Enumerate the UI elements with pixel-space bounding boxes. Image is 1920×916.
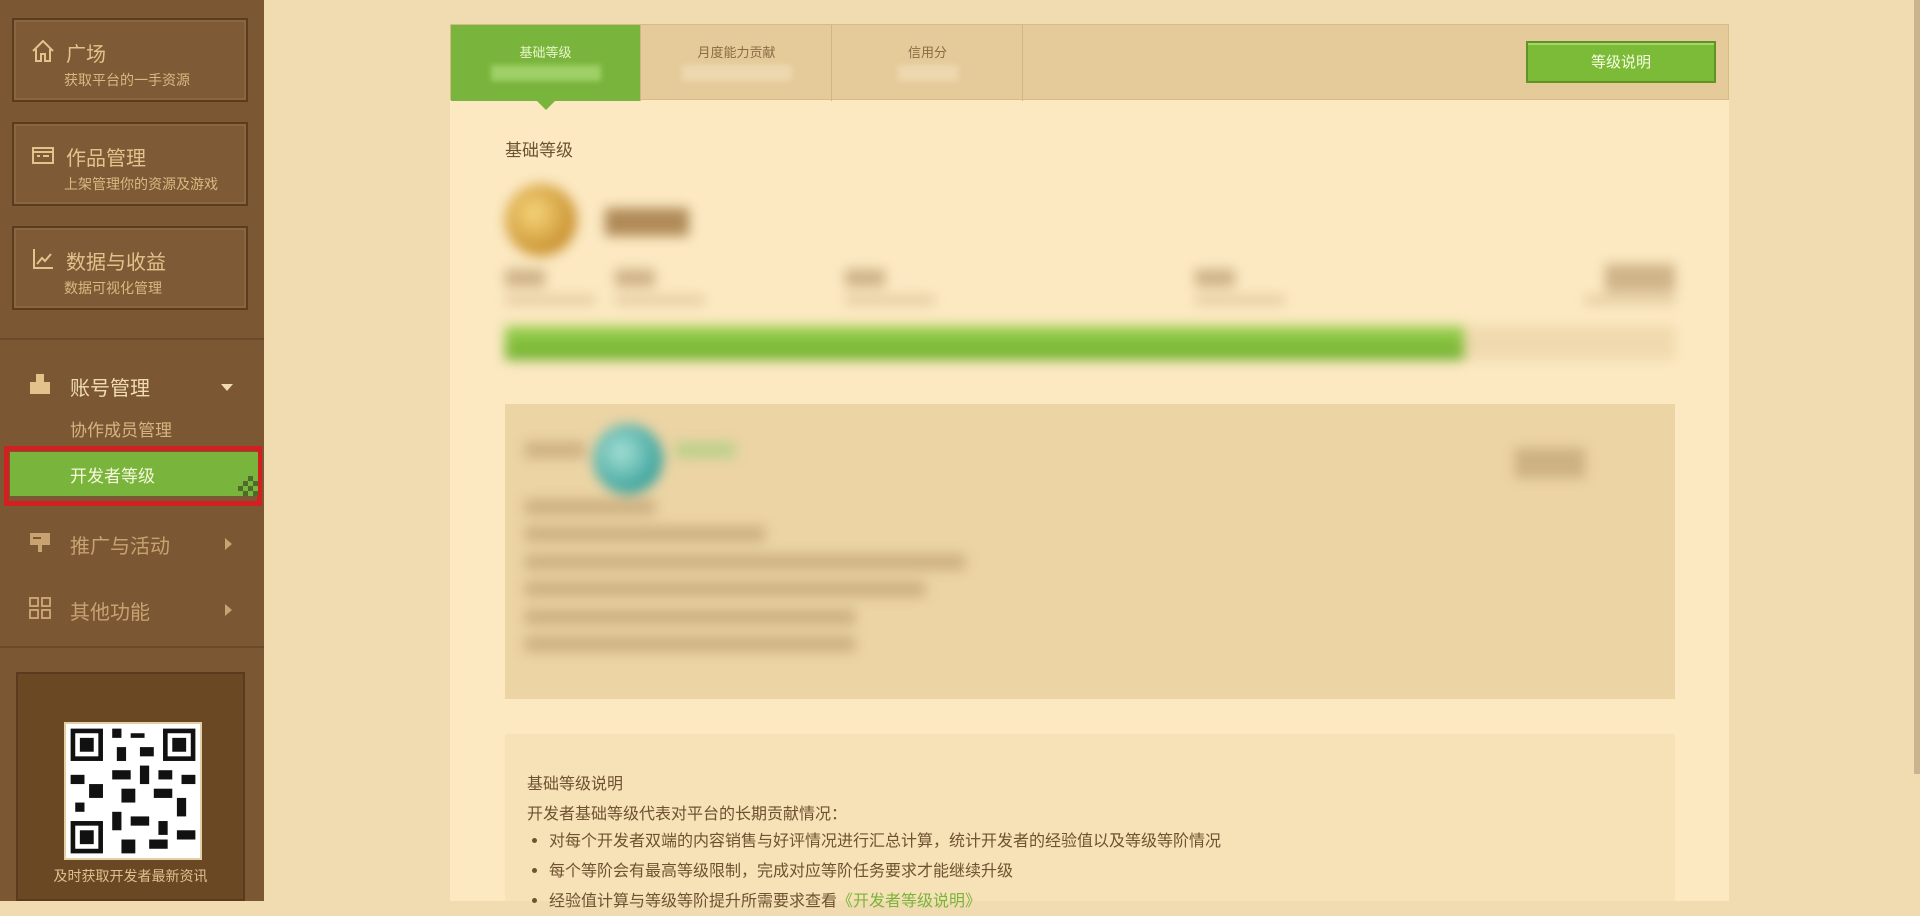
sidebar: 广场 获取平台的一手资源 作品管理 上架管理你的资源及游戏 数据与收益 数据可视… [0, 0, 264, 901]
tab-blurred-value [491, 65, 601, 81]
nav-card-subtitle: 获取平台的一手资源 [64, 73, 190, 89]
chevron-right-icon [224, 536, 234, 555]
nav-card-data[interactable]: 数据与收益 数据可视化管理 [12, 226, 248, 310]
qr-caption: 及时获取开发者最新资讯 [53, 869, 208, 885]
chevron-down-icon [220, 378, 234, 397]
level-name-blurred [605, 208, 689, 236]
chart-icon [30, 246, 56, 272]
list-item: 每个等阶会有最高等级限制，完成对应等阶任务要求才能继续升级 [549, 856, 1221, 886]
sign-icon [28, 530, 52, 554]
qr-panel: 及时获取开发者最新资讯 [16, 672, 245, 901]
sidebar-divider [0, 338, 264, 340]
submenu-developer-level[interactable]: 开发者等级 [10, 452, 258, 496]
level-info-blurred [505, 404, 1675, 699]
menu-promotion-label: 推广与活动 [70, 534, 170, 558]
nav-card-title: 作品管理 [66, 146, 146, 170]
main-panel: 基础等级 月度能力贡献 信用分 等级说明 基础等级 基础等级说明 开发者基础等级… [450, 24, 1729, 910]
nav-card-works[interactable]: 作品管理 上架管理你的资源及游戏 [12, 122, 248, 206]
nav-card-plaza[interactable]: 广场 获取平台的一手资源 [12, 18, 248, 102]
scrollbar[interactable] [1914, 0, 1920, 774]
avatar [593, 424, 663, 494]
folder-icon [30, 142, 56, 168]
description-heading: 基础等级说明 [527, 774, 624, 793]
list-item: 对每个开发者双端的内容销售与好评情况进行汇总计算，统计开发者的经验值以及等级等阶… [549, 826, 1221, 856]
grid-icon [28, 596, 52, 620]
list-item: 经验值计算与等级等阶提升所需要求查看《开发者等级说明》 [549, 886, 1221, 916]
menu-account-label: 账号管理 [70, 376, 150, 400]
submenu-developer-level-label: 开发者等级 [70, 467, 155, 487]
tab-label: 基础等级 [519, 46, 572, 61]
nav-card-subtitle: 上架管理你的资源及游戏 [64, 177, 218, 193]
nav-card-subtitle: 数据可视化管理 [64, 281, 162, 297]
tab-label: 月度能力贡献 [697, 46, 776, 61]
experience-progress-fill [505, 326, 1465, 360]
pixel-corner-icon [238, 476, 258, 496]
sidebar-divider [0, 646, 264, 648]
tab-bar: 基础等级 月度能力贡献 信用分 等级说明 [450, 24, 1729, 101]
qr-code [64, 722, 202, 860]
chevron-right-icon [224, 602, 234, 621]
section-title: 基础等级 [505, 141, 573, 161]
tab-pointer [536, 100, 556, 110]
nav-card-title: 广场 [66, 42, 106, 66]
level-badge-icon [505, 184, 577, 256]
tab-blurred-value [898, 65, 958, 81]
description-list: 对每个开发者双端的内容销售与好评情况进行汇总计算，统计开发者的经验值以及等级等阶… [527, 826, 1221, 916]
menu-other-label: 其他功能 [70, 600, 150, 624]
level-info-box [505, 404, 1675, 699]
nav-card-title: 数据与收益 [66, 250, 166, 274]
tab-monthly-contribution[interactable]: 月度能力贡献 [642, 25, 832, 101]
description-intro: 开发者基础等级代表对平台的长期贡献情况： [527, 804, 848, 823]
submenu-collaborators[interactable]: 协作成员管理 [70, 416, 172, 441]
tab-basic-level[interactable]: 基础等级 [451, 25, 641, 101]
tab-credit-score[interactable]: 信用分 [833, 25, 1023, 101]
tab-blurred-value [682, 65, 792, 81]
level-progress-area [505, 184, 1675, 394]
menu-promotion[interactable]: 推广与活动 [0, 522, 264, 562]
level-description: 基础等级说明 开发者基础等级代表对平台的长期贡献情况： 对每个开发者双端的内容销… [505, 734, 1675, 910]
level-info-button[interactable]: 等级说明 [1526, 41, 1716, 83]
account-icon [28, 372, 52, 396]
experience-progress-bar [505, 326, 1675, 360]
menu-other[interactable]: 其他功能 [0, 588, 264, 628]
tab-label: 信用分 [907, 46, 947, 61]
home-icon [30, 38, 56, 64]
menu-account[interactable]: 账号管理 [0, 364, 264, 404]
